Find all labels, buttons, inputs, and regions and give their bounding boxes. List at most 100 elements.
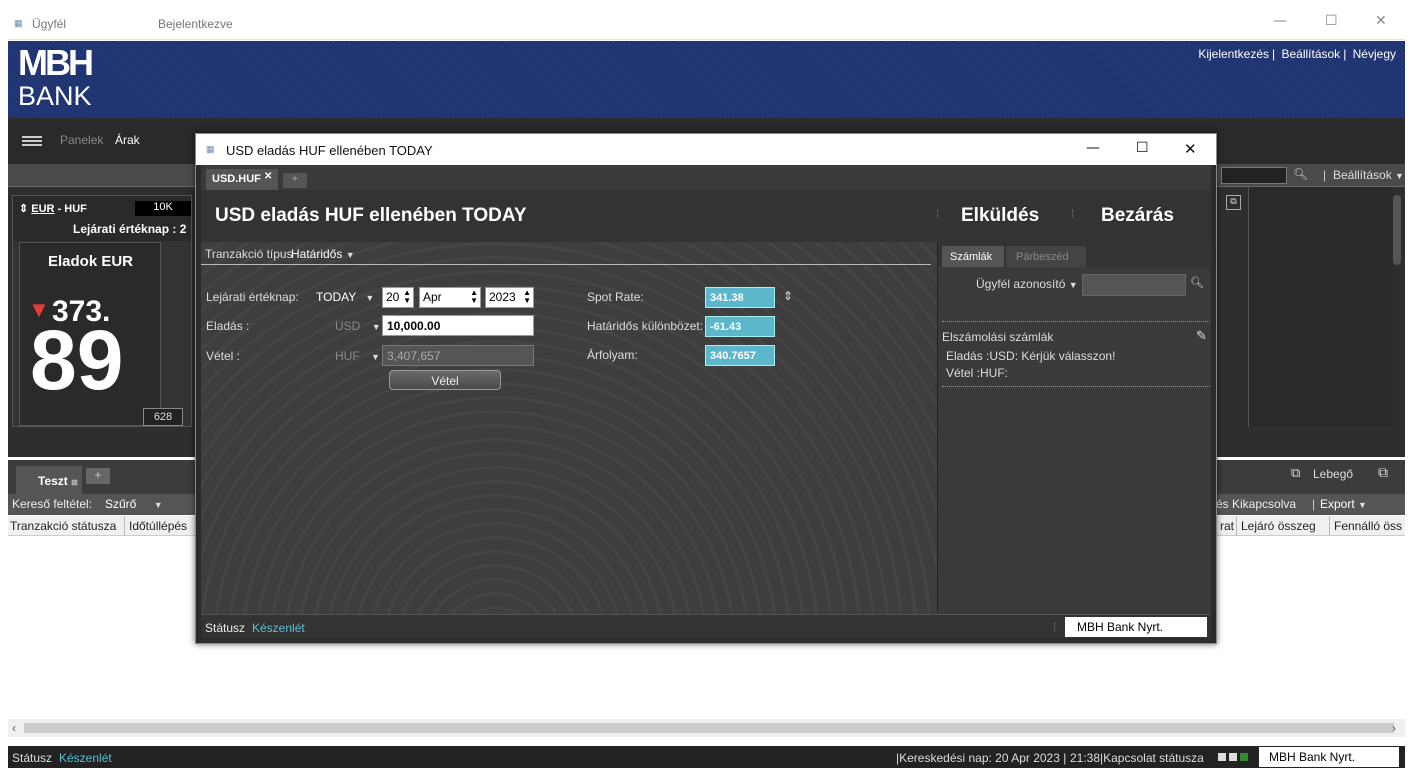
scroll-right-icon[interactable]: › bbox=[1392, 721, 1396, 735]
col-transaction-status[interactable]: Tranzakció státusza bbox=[10, 519, 116, 533]
top-links: Kijelentkezés | Beállítások | Névjegy bbox=[1198, 47, 1396, 61]
panels-menu[interactable]: Panelek bbox=[60, 133, 103, 147]
buy-currency-dropdown[interactable]: HUF ▼ bbox=[335, 349, 380, 363]
app-icon: ▦ bbox=[14, 18, 23, 28]
conn-indicator-icon bbox=[1240, 753, 1248, 761]
minimize-icon[interactable]: — bbox=[1086, 140, 1100, 156]
hamburger-icon[interactable] bbox=[22, 136, 42, 146]
buy-amount-input[interactable]: 3,407,657 bbox=[382, 345, 534, 366]
dialog-status-value: Készenlét bbox=[252, 621, 305, 635]
search-icon[interactable]: 🔍︎ bbox=[1293, 167, 1308, 181]
col-rate[interactable]: rat bbox=[1220, 519, 1234, 533]
search-icon[interactable]: 🔍︎ bbox=[1190, 276, 1204, 289]
toolbar-settings[interactable]: Beállítások ▼ bbox=[1333, 168, 1404, 182]
logout-link[interactable]: Kijelentkezés bbox=[1198, 47, 1269, 61]
month-stepper[interactable]: Apr ▲ ▼ bbox=[419, 287, 481, 308]
refresh-icon[interactable]: ⇕ bbox=[783, 289, 793, 303]
amount-field[interactable]: 10K bbox=[135, 201, 191, 216]
status-bar: Státusz Készenlét |Kereskedési nap: 20 A… bbox=[8, 746, 1405, 768]
app-icon: ▦ bbox=[206, 144, 215, 154]
settlement-accounts-title: Elszámolási számlák bbox=[942, 330, 1054, 344]
login-status: Bejelentkezve bbox=[158, 17, 233, 31]
sell-amount-input[interactable]: 10,000.00 bbox=[382, 315, 534, 336]
dialog-titlebar: ▦ USD eladás HUF ellenében TODAY — ☐ ✕ bbox=[196, 134, 1216, 165]
close-icon[interactable]: ✕ bbox=[1184, 140, 1197, 158]
account-sell: Eladás :USD: Kérjük válasszon! bbox=[946, 349, 1116, 363]
price-panel: ⇕ EUR - HUF 10K Lejárati értéknap : 2 El… bbox=[12, 195, 192, 427]
maximize-icon[interactable]: ☐ bbox=[1136, 140, 1149, 156]
edit-icon[interactable]: ✎ bbox=[1196, 328, 1207, 344]
trans-type-label: Tranzakció típus bbox=[205, 247, 293, 261]
popout-icon[interactable]: ⧉ bbox=[1226, 195, 1241, 210]
status-value: Készenlét bbox=[59, 751, 112, 765]
dialog-heading: USD eladás HUF ellenében TODAY bbox=[215, 205, 527, 226]
status-label: Státusz bbox=[12, 751, 53, 765]
day-stepper[interactable]: 20 ▲ ▼ bbox=[382, 287, 414, 308]
pair-selector[interactable]: ⇕ EUR - HUF bbox=[19, 202, 87, 215]
maturity-label: Lejárati értéknap : 2 bbox=[73, 222, 187, 236]
trade-dialog: ▦ USD eladás HUF ellenében TODAY — ☐ ✕ U… bbox=[195, 133, 1217, 644]
header-banner: MBH BANK Kijelentkezés | Beállítások | Név… bbox=[8, 41, 1405, 118]
float-label[interactable]: Lebegő bbox=[1313, 467, 1353, 481]
sell-currency-dropdown[interactable]: USD ▼ bbox=[335, 319, 381, 333]
minimize-icon[interactable]: — bbox=[1273, 13, 1287, 29]
dialog-status-label: Státusz bbox=[205, 621, 246, 635]
buy-label: Vétel : bbox=[206, 349, 241, 363]
spot-rate-label: Spot Rate: bbox=[587, 290, 644, 304]
dialog-brand-label: MBH Bank Nyrt. bbox=[1065, 617, 1207, 637]
popout-icon[interactable]: ⧉ bbox=[1378, 464, 1388, 481]
spot-rate-value: 341.38 bbox=[705, 287, 775, 308]
trans-type-dropdown[interactable]: Határidős ▼ bbox=[291, 247, 355, 261]
clock: 21:38 bbox=[1070, 751, 1101, 765]
settings-link[interactable]: Beállítások bbox=[1281, 47, 1340, 61]
about-link[interactable]: Névjegy bbox=[1353, 47, 1396, 61]
col-timeout[interactable]: Időtúllépés bbox=[129, 519, 187, 533]
spread-value: 628 bbox=[143, 408, 183, 426]
conn-indicator-icon bbox=[1218, 753, 1226, 761]
sell-tile[interactable]: Eladok EUR ▼ 373. 89 bbox=[19, 242, 161, 426]
filter-label: Kereső feltétel: bbox=[12, 497, 93, 511]
float-icon[interactable]: ⧉ bbox=[1291, 465, 1300, 481]
tab-teszt[interactable]: Teszt ⊠ bbox=[16, 466, 82, 494]
tab-dialogue[interactable]: Párbeszéd bbox=[1006, 246, 1086, 267]
trading-day: |Kereskedési nap: 20 Apr 2023 | bbox=[896, 751, 1067, 765]
filter-dropdown[interactable]: Szűrő ▼ bbox=[105, 497, 163, 511]
vertical-scrollbar[interactable] bbox=[1393, 195, 1401, 265]
col-maturing-amount[interactable]: Lejáró összeg bbox=[1241, 519, 1316, 533]
year-stepper[interactable]: 2023 ▲ ▼ bbox=[485, 287, 534, 308]
brand-label: MBH Bank Nyrt. bbox=[1259, 747, 1399, 767]
dialog-status-bar: Státusz Készenlét ⁞ MBH Bank Nyrt. bbox=[201, 614, 1211, 638]
forward-diff-label: Határidős különbözet: bbox=[587, 319, 704, 333]
close-dialog-button[interactable]: Bezárás bbox=[1101, 205, 1174, 227]
maximize-icon[interactable]: ☐ bbox=[1325, 13, 1338, 29]
conn-indicator-icon bbox=[1229, 753, 1237, 761]
horizontal-scrollbar[interactable]: ‹ › bbox=[8, 719, 1405, 737]
add-tab-button[interactable]: + bbox=[86, 468, 110, 484]
switch-status[interactable]: és Kikapcsolva bbox=[1216, 497, 1296, 511]
dialog-title: USD eladás HUF ellenében TODAY bbox=[226, 143, 433, 158]
account-buy: Vétel :HUF: bbox=[946, 366, 1009, 380]
scroll-left-icon[interactable]: ‹ bbox=[12, 721, 16, 735]
add-tab-button[interactable]: + bbox=[283, 173, 307, 188]
client-id-dropdown[interactable]: Ügyfél azonosító ▼ bbox=[976, 277, 1078, 291]
send-button[interactable]: Elküldés bbox=[961, 205, 1039, 227]
dialog-header: USD eladás HUF ellenében TODAY ⁞ Elküldé… bbox=[201, 190, 1211, 242]
col-outstanding[interactable]: Fennálló öss bbox=[1334, 519, 1402, 533]
dialog-tabs: USD.HUF ✕ + bbox=[201, 165, 1211, 190]
accounts-panel: Számlák Párbeszéd Ügyfél azonosító ▼ 🔍︎ … bbox=[937, 242, 1212, 614]
rate-label: Árfolyam: bbox=[587, 348, 638, 362]
maturity-dropdown[interactable]: TODAY ▼ bbox=[316, 290, 374, 304]
tab-accounts[interactable]: Számlák bbox=[942, 246, 1004, 267]
forward-diff-value: -61.43 bbox=[705, 316, 775, 337]
prices-menu[interactable]: Árak bbox=[115, 133, 140, 147]
rate-value: 340.7657 bbox=[705, 345, 775, 366]
buy-button[interactable]: Vétel bbox=[389, 370, 501, 390]
tab-usd-huf[interactable]: USD.HUF ✕ bbox=[206, 169, 278, 190]
sell-side-label: Eladok EUR bbox=[48, 253, 134, 270]
window-titlebar: ▦ Ügyfél Bejelentkezve — ☐ ✕ bbox=[8, 7, 1405, 40]
client-id-input[interactable] bbox=[1082, 274, 1186, 296]
close-icon[interactable]: ✕ bbox=[1375, 13, 1387, 29]
maturity-date-label: Lejárati értéknap: bbox=[206, 290, 299, 304]
export-dropdown[interactable]: Export ▼ bbox=[1320, 497, 1367, 511]
search-input[interactable] bbox=[1221, 167, 1287, 184]
